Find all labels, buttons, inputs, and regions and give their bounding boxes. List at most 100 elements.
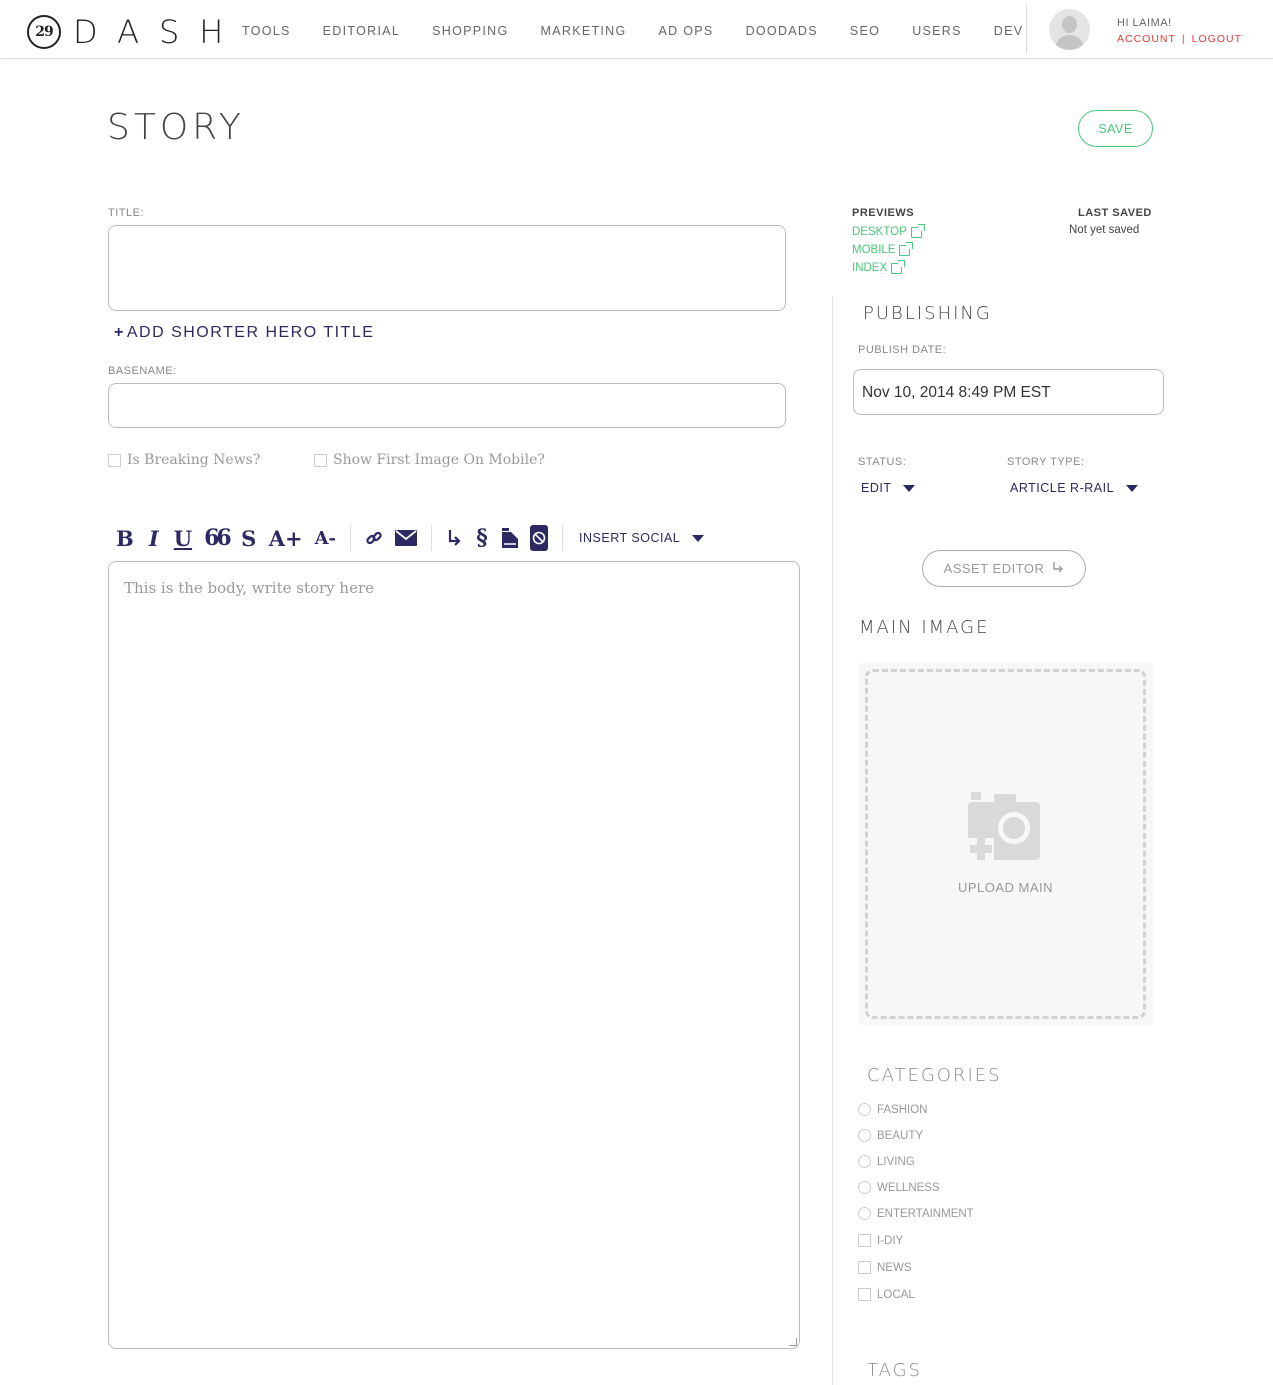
category-label: I-DIY: [877, 1234, 904, 1247]
nav-item-seo[interactable]: SEO: [850, 24, 880, 38]
link-separator: |: [1181, 33, 1186, 45]
section-icon[interactable]: §: [474, 525, 490, 551]
checkbox-box[interactable]: [858, 1234, 871, 1247]
radio-button[interactable]: [858, 1155, 871, 1168]
nav-item-shopping[interactable]: SHOPPING: [432, 24, 508, 38]
asset-editor-button[interactable]: ASSET EDITOR: [922, 550, 1086, 587]
preview-mobile-link[interactable]: MOBILE: [852, 241, 914, 256]
nav-item-tools[interactable]: TOOLS: [242, 24, 291, 38]
category-label: LOCAL: [877, 1288, 915, 1301]
preview-mobile-label: MOBILE: [852, 244, 896, 256]
underline-button[interactable]: U: [174, 526, 192, 551]
resize-handle[interactable]: [789, 1338, 797, 1346]
logout-link[interactable]: LOGOUT: [1192, 33, 1242, 45]
add-hero-title-link[interactable]: + ADD SHORTER HERO TITLE: [114, 324, 374, 342]
main-nav: TOOLS EDITORIAL SHOPPING MARKETING AD OP…: [242, 24, 1055, 38]
external-link-icon: [899, 241, 914, 256]
nav-item-users[interactable]: USERS: [912, 24, 962, 38]
page-title: STORY: [107, 107, 245, 148]
checkbox-box[interactable]: [858, 1261, 871, 1274]
breaking-news-checkbox[interactable]: Is Breaking News?: [108, 452, 260, 468]
category-i-diy[interactable]: I-DIY: [858, 1234, 903, 1247]
toolbar-divider: [562, 525, 564, 551]
publish-date-label: PUBLISH DATE:: [858, 344, 947, 356]
italic-button[interactable]: I: [146, 526, 162, 551]
first-image-mobile-checkbox[interactable]: Show First Image On Mobile?: [314, 452, 545, 468]
nav-item-dev[interactable]: DEV: [994, 24, 1024, 38]
basename-input[interactable]: [108, 383, 786, 428]
story-body-textarea[interactable]: This is the body, write story here: [108, 561, 800, 1349]
account-link[interactable]: ACCOUNT: [1117, 33, 1176, 45]
nav-item-editorial[interactable]: EDITORIAL: [323, 24, 400, 38]
chevron-down-icon: [903, 484, 916, 492]
story-type-label: STORY TYPE:: [1007, 456, 1085, 468]
checkbox-box[interactable]: [858, 1288, 871, 1301]
category-label: NEWS: [877, 1261, 912, 1274]
logo[interactable]: 29 DASH: [27, 13, 243, 51]
category-local[interactable]: LOCAL: [858, 1288, 915, 1301]
logo-mark: 29: [27, 15, 61, 49]
body-placeholder: This is the body, write story here: [124, 579, 375, 597]
chevron-down-icon: [1126, 484, 1139, 492]
insert-social-dropdown[interactable]: INSERT SOCIAL: [579, 531, 705, 545]
hero-link-label: ADD SHORTER HERO TITLE: [126, 324, 375, 341]
main-image-panel: UPLOAD MAIN: [859, 662, 1153, 1026]
insert-social-label: INSERT SOCIAL: [579, 531, 681, 545]
story-type-select[interactable]: ARTICLE R-RAIL: [1010, 481, 1139, 495]
first-image-mobile-label: Show First Image On Mobile?: [333, 452, 545, 468]
status-value: EDIT: [861, 481, 892, 495]
category-entertainment[interactable]: ENTERTAINMENT: [858, 1207, 974, 1220]
quote-button[interactable]: 66: [204, 525, 232, 551]
radio-button[interactable]: [858, 1129, 871, 1142]
nav-item-doodads[interactable]: DOODADS: [746, 24, 818, 38]
preview-index-label: INDEX: [852, 262, 888, 274]
preview-desktop-label: DESKTOP: [852, 226, 907, 238]
title-input[interactable]: [108, 225, 786, 311]
categories-heading: CATEGORIES: [867, 1065, 1002, 1086]
publish-date-input[interactable]: Nov 10, 2014 8:49 PM EST: [853, 369, 1164, 415]
link-icon[interactable]: [365, 529, 383, 547]
return-arrow-icon: [1052, 561, 1064, 576]
preview-desktop-link[interactable]: DESKTOP: [852, 223, 925, 238]
external-link-icon: [910, 223, 925, 238]
checkbox-box[interactable]: [314, 453, 327, 467]
document-icon[interactable]: [502, 528, 519, 548]
font-increase-button[interactable]: A+: [269, 526, 303, 551]
status-select[interactable]: EDIT: [861, 481, 916, 495]
radio-button[interactable]: [858, 1207, 871, 1220]
bold-button[interactable]: B: [116, 526, 134, 551]
upload-main-dropzone[interactable]: UPLOAD MAIN: [865, 669, 1146, 1019]
nav-item-ad-ops[interactable]: AD OPS: [659, 24, 714, 38]
radio-button[interactable]: [858, 1103, 871, 1116]
category-living[interactable]: LIVING: [858, 1155, 915, 1168]
email-icon[interactable]: [395, 530, 418, 546]
mobile-hide-icon[interactable]: [530, 525, 549, 551]
preview-index-link[interactable]: INDEX: [852, 259, 906, 274]
category-wellness[interactable]: WELLNESS: [858, 1181, 940, 1194]
font-decrease-button[interactable]: A-: [315, 528, 336, 549]
editor-toolbar: B I U 66 S A+ A- § INSERT SOCIAL: [110, 520, 705, 556]
last-saved-heading: LAST SAVED: [1078, 207, 1152, 219]
checkbox-box[interactable]: [108, 453, 121, 467]
category-fashion[interactable]: FASHION: [858, 1103, 927, 1116]
category-label: FASHION: [877, 1103, 928, 1116]
toolbar-divider: [350, 525, 352, 551]
avatar[interactable]: [1049, 9, 1090, 50]
account-links: ACCOUNT | LOGOUT: [1117, 33, 1242, 45]
nav-item-marketing[interactable]: MARKETING: [541, 24, 627, 38]
main-image-heading: MAIN IMAGE: [859, 617, 990, 638]
toolbar-divider: [431, 525, 433, 551]
category-news[interactable]: NEWS: [858, 1261, 912, 1274]
radio-button[interactable]: [858, 1181, 871, 1194]
avatar-head: [1062, 16, 1077, 33]
strikethrough-button[interactable]: S: [241, 526, 257, 551]
user-greeting: HI LAIMA!: [1117, 17, 1172, 29]
insert-break-icon[interactable]: [446, 529, 462, 547]
breaking-news-label: Is Breaking News?: [127, 452, 261, 468]
category-label: ENTERTAINMENT: [877, 1207, 974, 1220]
top-header: 29 DASH TOOLS EDITORIAL SHOPPING MARKETI…: [0, 0, 1273, 59]
tags-heading: TAGS: [867, 1360, 922, 1381]
category-beauty[interactable]: BEAUTY: [858, 1129, 923, 1142]
plus-icon: +: [114, 324, 125, 341]
save-button[interactable]: SAVE: [1078, 110, 1153, 147]
